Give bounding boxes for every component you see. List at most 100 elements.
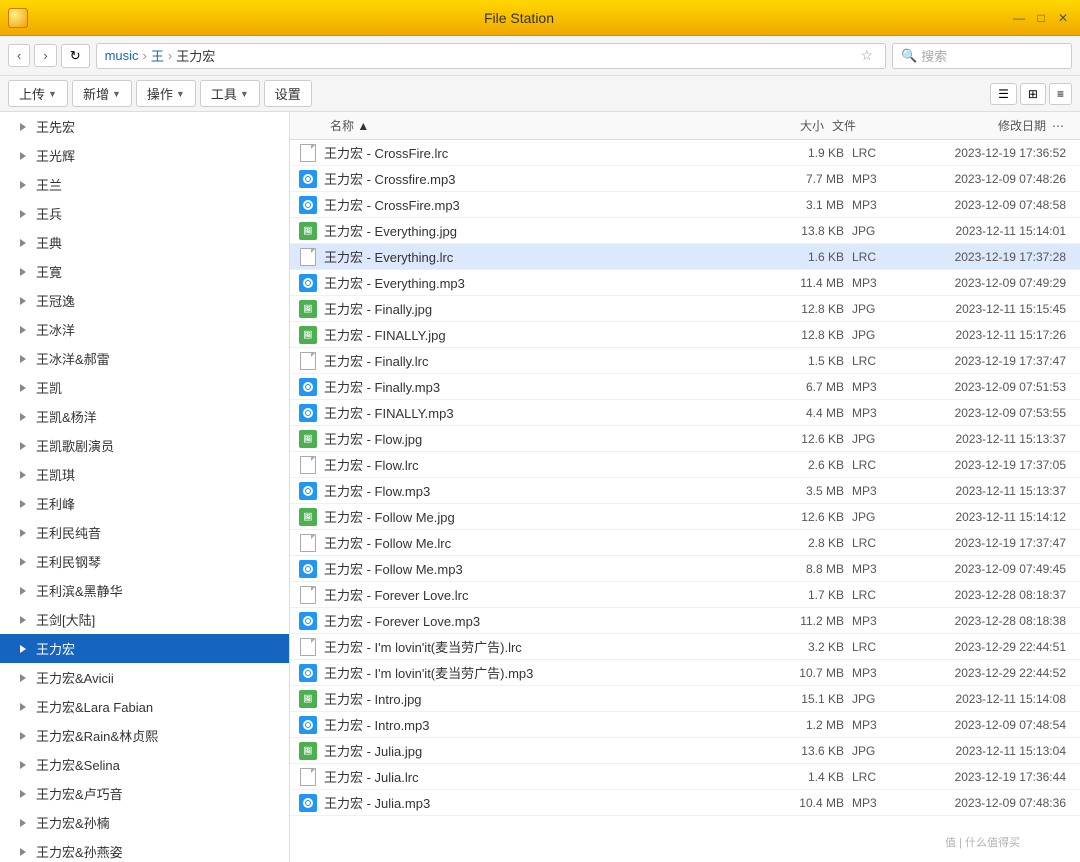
forward-button[interactable]: › <box>34 44 56 67</box>
col-size-header[interactable]: 大小 <box>752 117 832 134</box>
file-row[interactable]: 王力宏 - Julia.lrc1.4 KBLRC2023-12-19 17:36… <box>290 764 1080 790</box>
sidebar-item-25[interactable]: 王力宏&孙燕姿 <box>0 837 289 862</box>
details-view-button[interactable]: ≡ <box>1049 83 1072 105</box>
col-date-header[interactable]: 修改日期 <box>882 117 1052 134</box>
col-more-header[interactable]: ⋯ <box>1052 119 1072 133</box>
sidebar-item-17[interactable]: 王剑[大陆] <box>0 605 289 634</box>
sidebar-item-19[interactable]: 王力宏&Avicii <box>0 663 289 692</box>
sidebar-item-1[interactable]: 王光辉 <box>0 141 289 170</box>
col-type-header[interactable]: 文件 <box>832 117 882 134</box>
address-part-2: 王 <box>151 46 164 65</box>
tools-button[interactable]: 工具 ▼ <box>200 80 260 107</box>
file-row[interactable]: 王力宏 - Finally.mp36.7 MBMP32023-12-09 07:… <box>290 374 1080 400</box>
file-row[interactable]: 王力宏 - Everything.mp311.4 MBMP32023-12-09… <box>290 270 1080 296</box>
sidebar-item-14[interactable]: 王利民纯音 <box>0 518 289 547</box>
col-name-header[interactable]: 名称 ▲ <box>330 117 752 134</box>
sidebar-triangle-16 <box>20 587 26 595</box>
mp3-icon <box>299 482 317 500</box>
close-button[interactable]: ✕ <box>1054 9 1072 27</box>
file-type: LRC <box>852 536 902 550</box>
file-row[interactable]: 🖼王力宏 - FINALLY.jpg12.8 KBJPG2023-12-11 1… <box>290 322 1080 348</box>
sidebar-triangle-9 <box>20 384 26 392</box>
file-type: MP3 <box>852 718 902 732</box>
sidebar-item-0[interactable]: 王先宏 <box>0 112 289 141</box>
action-button[interactable]: 操作 ▼ <box>136 80 196 107</box>
file-size: 2.6 KB <box>772 458 852 472</box>
sidebar-item-22[interactable]: 王力宏&Selina <box>0 750 289 779</box>
file-date: 2023-12-09 07:51:53 <box>902 380 1072 394</box>
file-type: LRC <box>852 770 902 784</box>
search-box[interactable]: 🔍 搜索 <box>892 43 1072 69</box>
maximize-button[interactable]: □ <box>1032 9 1050 27</box>
bookmark-button[interactable]: ☆ <box>856 47 877 64</box>
sidebar-item-5[interactable]: 王寛 <box>0 257 289 286</box>
sidebar-item-15[interactable]: 王利民钢琴 <box>0 547 289 576</box>
file-type: JPG <box>852 692 902 706</box>
file-icon-7: 🖼 <box>298 325 318 345</box>
file-row[interactable]: 🖼王力宏 - Intro.jpg15.1 KBJPG2023-12-11 15:… <box>290 686 1080 712</box>
address-bar[interactable]: music › 王 › 王力宏 ☆ <box>96 43 886 69</box>
settings-button[interactable]: 设置 <box>264 80 312 107</box>
file-row[interactable]: 王力宏 - Finally.lrc1.5 KBLRC2023-12-19 17:… <box>290 348 1080 374</box>
new-button[interactable]: 新增 ▼ <box>72 80 132 107</box>
file-row[interactable]: 🖼王力宏 - Julia.jpg13.6 KBJPG2023-12-11 15:… <box>290 738 1080 764</box>
file-row[interactable]: 王力宏 - CrossFire.lrc1.9 KBLRC2023-12-19 1… <box>290 140 1080 166</box>
file-row[interactable]: 🖼王力宏 - Everything.jpg13.8 KBJPG2023-12-1… <box>290 218 1080 244</box>
nav-buttons: ‹ › ↻ <box>8 44 90 68</box>
file-row[interactable]: 王力宏 - Flow.mp33.5 MBMP32023-12-11 15:13:… <box>290 478 1080 504</box>
refresh-button[interactable]: ↻ <box>61 44 90 68</box>
file-size: 1.5 KB <box>772 354 852 368</box>
file-size: 1.2 MB <box>772 718 852 732</box>
sidebar-item-16[interactable]: 王利滨&黑静华 <box>0 576 289 605</box>
sidebar-item-6[interactable]: 王冠逸 <box>0 286 289 315</box>
file-row[interactable]: 王力宏 - Forever Love.lrc1.7 KBLRC2023-12-2… <box>290 582 1080 608</box>
file-name: 王力宏 - Flow.mp3 <box>324 481 772 500</box>
file-row[interactable]: 🖼王力宏 - Finally.jpg12.8 KBJPG2023-12-11 1… <box>290 296 1080 322</box>
sidebar-item-20[interactable]: 王力宏&Lara Fabian <box>0 692 289 721</box>
sidebar-item-18[interactable]: 王力宏 <box>0 634 289 663</box>
main-area: 王先宏王光辉王兰王兵王典王寛王冠逸王冰洋王冰洋&郝雷王凯王凯&杨洋王凯歌剧演员王… <box>0 112 1080 862</box>
sidebar-item-21[interactable]: 王力宏&Rain&林贞熙 <box>0 721 289 750</box>
sidebar-item-12[interactable]: 王凯琪 <box>0 460 289 489</box>
file-row[interactable]: 王力宏 - I'm lovin'it(麦当劳广告).mp310.7 MBMP32… <box>290 660 1080 686</box>
sidebar-item-3[interactable]: 王兵 <box>0 199 289 228</box>
mp3-icon <box>299 560 317 578</box>
file-row[interactable]: 王力宏 - CrossFire.mp33.1 MBMP32023-12-09 0… <box>290 192 1080 218</box>
file-size: 7.7 MB <box>772 172 852 186</box>
sidebar-item-7[interactable]: 王冰洋 <box>0 315 289 344</box>
sidebar-item-4[interactable]: 王典 <box>0 228 289 257</box>
minimize-button[interactable]: — <box>1010 9 1028 27</box>
file-row[interactable]: 🖼王力宏 - Follow Me.jpg12.6 KBJPG2023-12-11… <box>290 504 1080 530</box>
sidebar-item-23[interactable]: 王力宏&卢巧音 <box>0 779 289 808</box>
file-row[interactable]: 王力宏 - Follow Me.lrc2.8 KBLRC2023-12-19 1… <box>290 530 1080 556</box>
file-row[interactable]: 王力宏 - I'm lovin'it(麦当劳广告).lrc3.2 KBLRC20… <box>290 634 1080 660</box>
sidebar-item-10[interactable]: 王凯&杨洋 <box>0 402 289 431</box>
file-row[interactable]: 王力宏 - Flow.lrc2.6 KBLRC2023-12-19 17:37:… <box>290 452 1080 478</box>
file-row[interactable]: 王力宏 - Everything.lrc1.6 KBLRC2023-12-19 … <box>290 244 1080 270</box>
file-row[interactable]: 王力宏 - Follow Me.mp38.8 MBMP32023-12-09 0… <box>290 556 1080 582</box>
file-row[interactable]: 王力宏 - Julia.mp310.4 MBMP32023-12-09 07:4… <box>290 790 1080 816</box>
back-button[interactable]: ‹ <box>8 44 30 67</box>
file-row[interactable]: 王力宏 - Intro.mp31.2 MBMP32023-12-09 07:48… <box>290 712 1080 738</box>
sidebar-triangle-1 <box>20 152 26 160</box>
sidebar-item-9[interactable]: 王凯 <box>0 373 289 402</box>
list-view-button[interactable]: ☰ <box>990 83 1017 105</box>
action-arrow: ▼ <box>176 89 185 99</box>
sidebar-item-24[interactable]: 王力宏&孙楠 <box>0 808 289 837</box>
file-size: 12.8 KB <box>772 302 852 316</box>
sidebar-triangle-24 <box>20 819 26 827</box>
sidebar-item-13[interactable]: 王利峰 <box>0 489 289 518</box>
sidebar-item-2[interactable]: 王兰 <box>0 170 289 199</box>
file-row[interactable]: 王力宏 - Crossfire.mp37.7 MBMP32023-12-09 0… <box>290 166 1080 192</box>
file-date: 2023-12-11 15:14:01 <box>902 224 1072 238</box>
jpg-icon: 🖼 <box>299 430 317 448</box>
upload-button[interactable]: 上传 ▼ <box>8 80 68 107</box>
file-size: 12.6 KB <box>772 510 852 524</box>
file-row[interactable]: 🖼王力宏 - Flow.jpg12.6 KBJPG2023-12-11 15:1… <box>290 426 1080 452</box>
file-row[interactable]: 王力宏 - Forever Love.mp311.2 MBMP32023-12-… <box>290 608 1080 634</box>
grid-view-button[interactable]: ⊞ <box>1020 83 1046 105</box>
file-row[interactable]: 王力宏 - FINALLY.mp34.4 MBMP32023-12-09 07:… <box>290 400 1080 426</box>
sidebar-item-11[interactable]: 王凯歌剧演员 <box>0 431 289 460</box>
sidebar-label-7: 王冰洋 <box>36 320 75 339</box>
sidebar-item-8[interactable]: 王冰洋&郝雷 <box>0 344 289 373</box>
